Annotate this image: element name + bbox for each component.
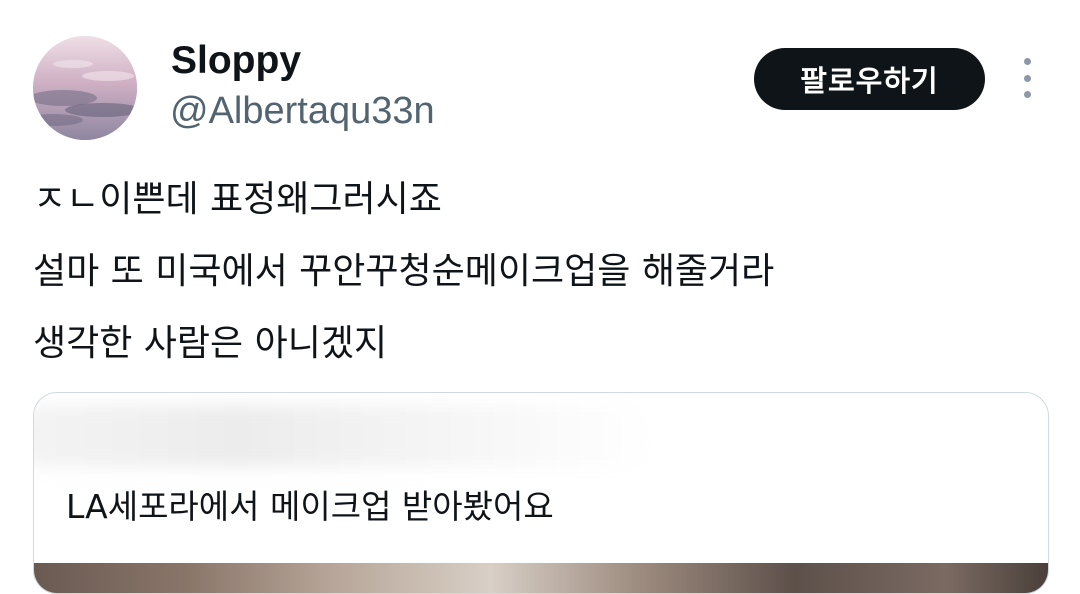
follow-button[interactable]: 팔로우하기 <box>754 48 985 110</box>
more-dot <box>1023 58 1031 65</box>
quoted-post-media[interactable] <box>34 563 1048 593</box>
blurred-quote-header <box>34 405 654 467</box>
user-handle[interactable]: @Albertaqu33n <box>170 88 435 134</box>
tweet-line: 설마 또 미국에서 꾸안꾸청순메이크업을 해줄거라 <box>33 251 775 292</box>
display-name[interactable]: Sloppy <box>171 38 301 84</box>
more-options-icon[interactable] <box>1012 58 1042 98</box>
tweet-line: 생각한 사람은 아니겠지 <box>33 323 388 364</box>
tweet-line: ㅈㄴ이쁜데 표정왜그러시죠 <box>33 179 442 220</box>
more-dot <box>1023 91 1031 98</box>
quoted-post-text: LA세포라에서 메이크업 받아봤어요 <box>66 487 554 526</box>
avatar-image <box>33 36 137 140</box>
tweet-text: ㅈㄴ이쁜데 표정왜그러시죠 설마 또 미국에서 꾸안꾸청순메이크업을 해줄거라 … <box>33 164 1043 380</box>
avatar[interactable] <box>33 36 137 140</box>
quoted-post-card[interactable]: LA세포라에서 메이크업 받아봤어요 <box>33 392 1049 594</box>
more-dot <box>1023 74 1031 82</box>
